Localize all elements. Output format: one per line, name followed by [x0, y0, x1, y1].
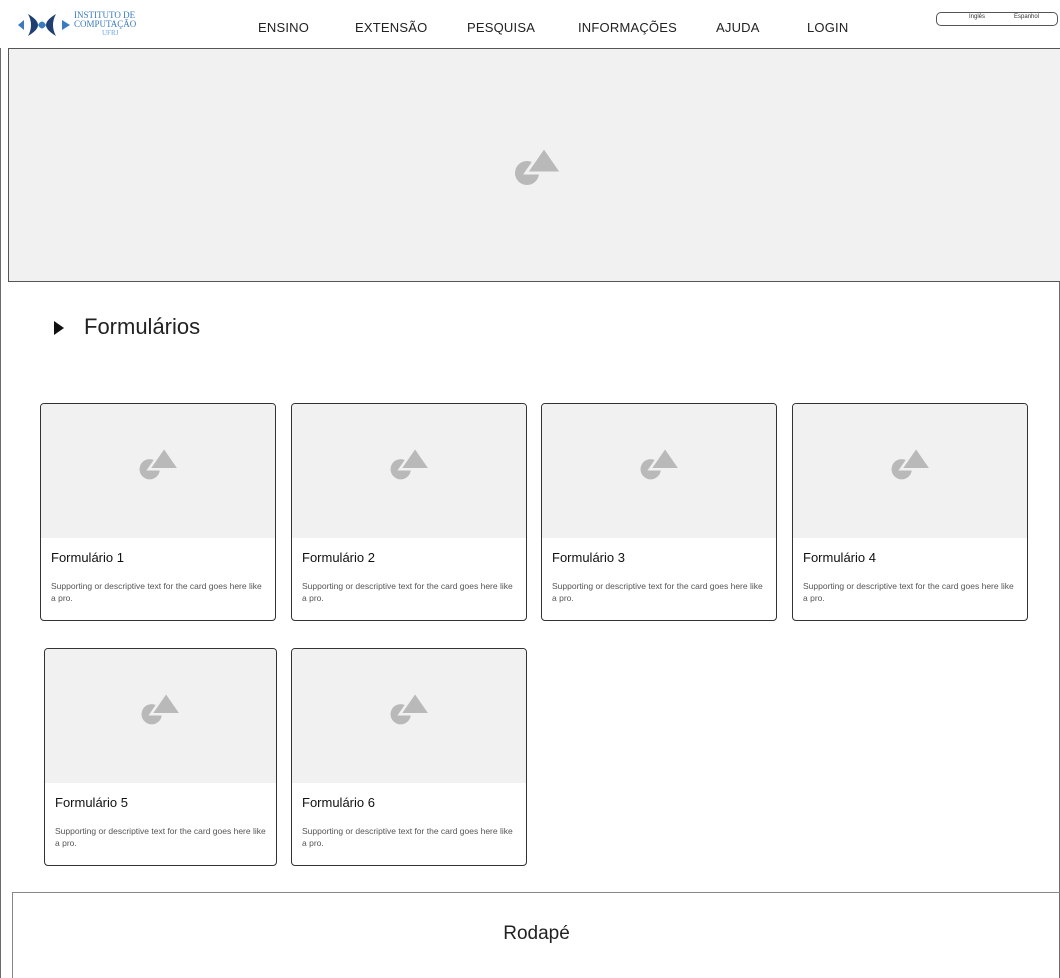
- image-placeholder-icon: [891, 447, 933, 480]
- language-switcher: Inglês Espanhol: [936, 12, 1058, 26]
- card-description: Supporting or descriptive text for the c…: [552, 581, 763, 603]
- card-title: Formulário 6: [302, 795, 375, 810]
- institute-logo[interactable]: INSTITUTO DE COMPUTAÇÃO UFRJ: [16, 10, 146, 40]
- card-title: Formulário 3: [552, 550, 625, 565]
- card-description: Supporting or descriptive text for the c…: [51, 581, 262, 603]
- form-card-3[interactable]: Formulário 3 Supporting or descriptive t…: [541, 403, 777, 621]
- card-image: [41, 404, 275, 538]
- image-placeholder-icon: [139, 447, 181, 480]
- card-image: [542, 404, 776, 538]
- form-card-6[interactable]: Formulário 6 Supporting or descriptive t…: [291, 648, 527, 866]
- card-image: [45, 649, 276, 783]
- form-card-5[interactable]: Formulário 5 Supporting or descriptive t…: [44, 648, 277, 866]
- card-description: Supporting or descriptive text for the c…: [302, 826, 513, 848]
- nav-login[interactable]: LOGIN: [807, 20, 848, 35]
- card-title: Formulário 4: [803, 550, 876, 565]
- image-placeholder-icon: [141, 692, 183, 725]
- nav-extensao[interactable]: EXTENSÃO: [355, 20, 427, 35]
- nav-ensino[interactable]: ENSINO: [258, 20, 309, 35]
- logo-line-3: UFRJ: [102, 29, 119, 37]
- hero-banner: [8, 48, 1060, 282]
- footer-text: Rodapé: [503, 923, 570, 944]
- card-title: Formulário 5: [55, 795, 128, 810]
- card-description: Supporting or descriptive text for the c…: [55, 826, 266, 848]
- logo-text: INSTITUTO DE COMPUTAÇÃO UFRJ: [74, 11, 136, 38]
- form-card-1[interactable]: Formulário 1 Supporting or descriptive t…: [40, 403, 276, 621]
- nav-informacoes[interactable]: INFORMAÇÕES: [578, 20, 677, 35]
- nav-ajuda[interactable]: AJUDA: [716, 20, 760, 35]
- image-placeholder-icon: [390, 447, 432, 480]
- form-card-2[interactable]: Formulário 2 Supporting or descriptive t…: [291, 403, 527, 621]
- card-image: [292, 404, 526, 538]
- ic-logo-icon: [18, 14, 70, 36]
- top-navbar: INSTITUTO DE COMPUTAÇÃO UFRJ ENSINO EXTE…: [0, 0, 1060, 48]
- image-placeholder-icon: [640, 447, 682, 480]
- card-title: Formulário 2: [302, 550, 375, 565]
- image-placeholder-icon: [390, 692, 432, 725]
- card-image: [292, 649, 526, 783]
- card-description: Supporting or descriptive text for the c…: [302, 581, 513, 603]
- image-placeholder-icon: [515, 147, 564, 185]
- footer: Rodapé: [12, 892, 1060, 978]
- section-title: Formulários: [84, 314, 201, 339]
- card-image: [793, 404, 1027, 538]
- card-description: Supporting or descriptive text for the c…: [803, 581, 1014, 603]
- form-card-4[interactable]: Formulário 4 Supporting or descriptive t…: [792, 403, 1028, 621]
- nav-pesquisa[interactable]: PESQUISA: [467, 20, 535, 35]
- caret-right-icon[interactable]: [54, 321, 64, 335]
- card-title: Formulário 1: [51, 550, 124, 565]
- lang-option-ingles[interactable]: Inglês: [969, 14, 985, 20]
- logo-line-2: COMPUTAÇÃO: [74, 19, 137, 29]
- lang-option-espanhol[interactable]: Espanhol: [1014, 14, 1039, 20]
